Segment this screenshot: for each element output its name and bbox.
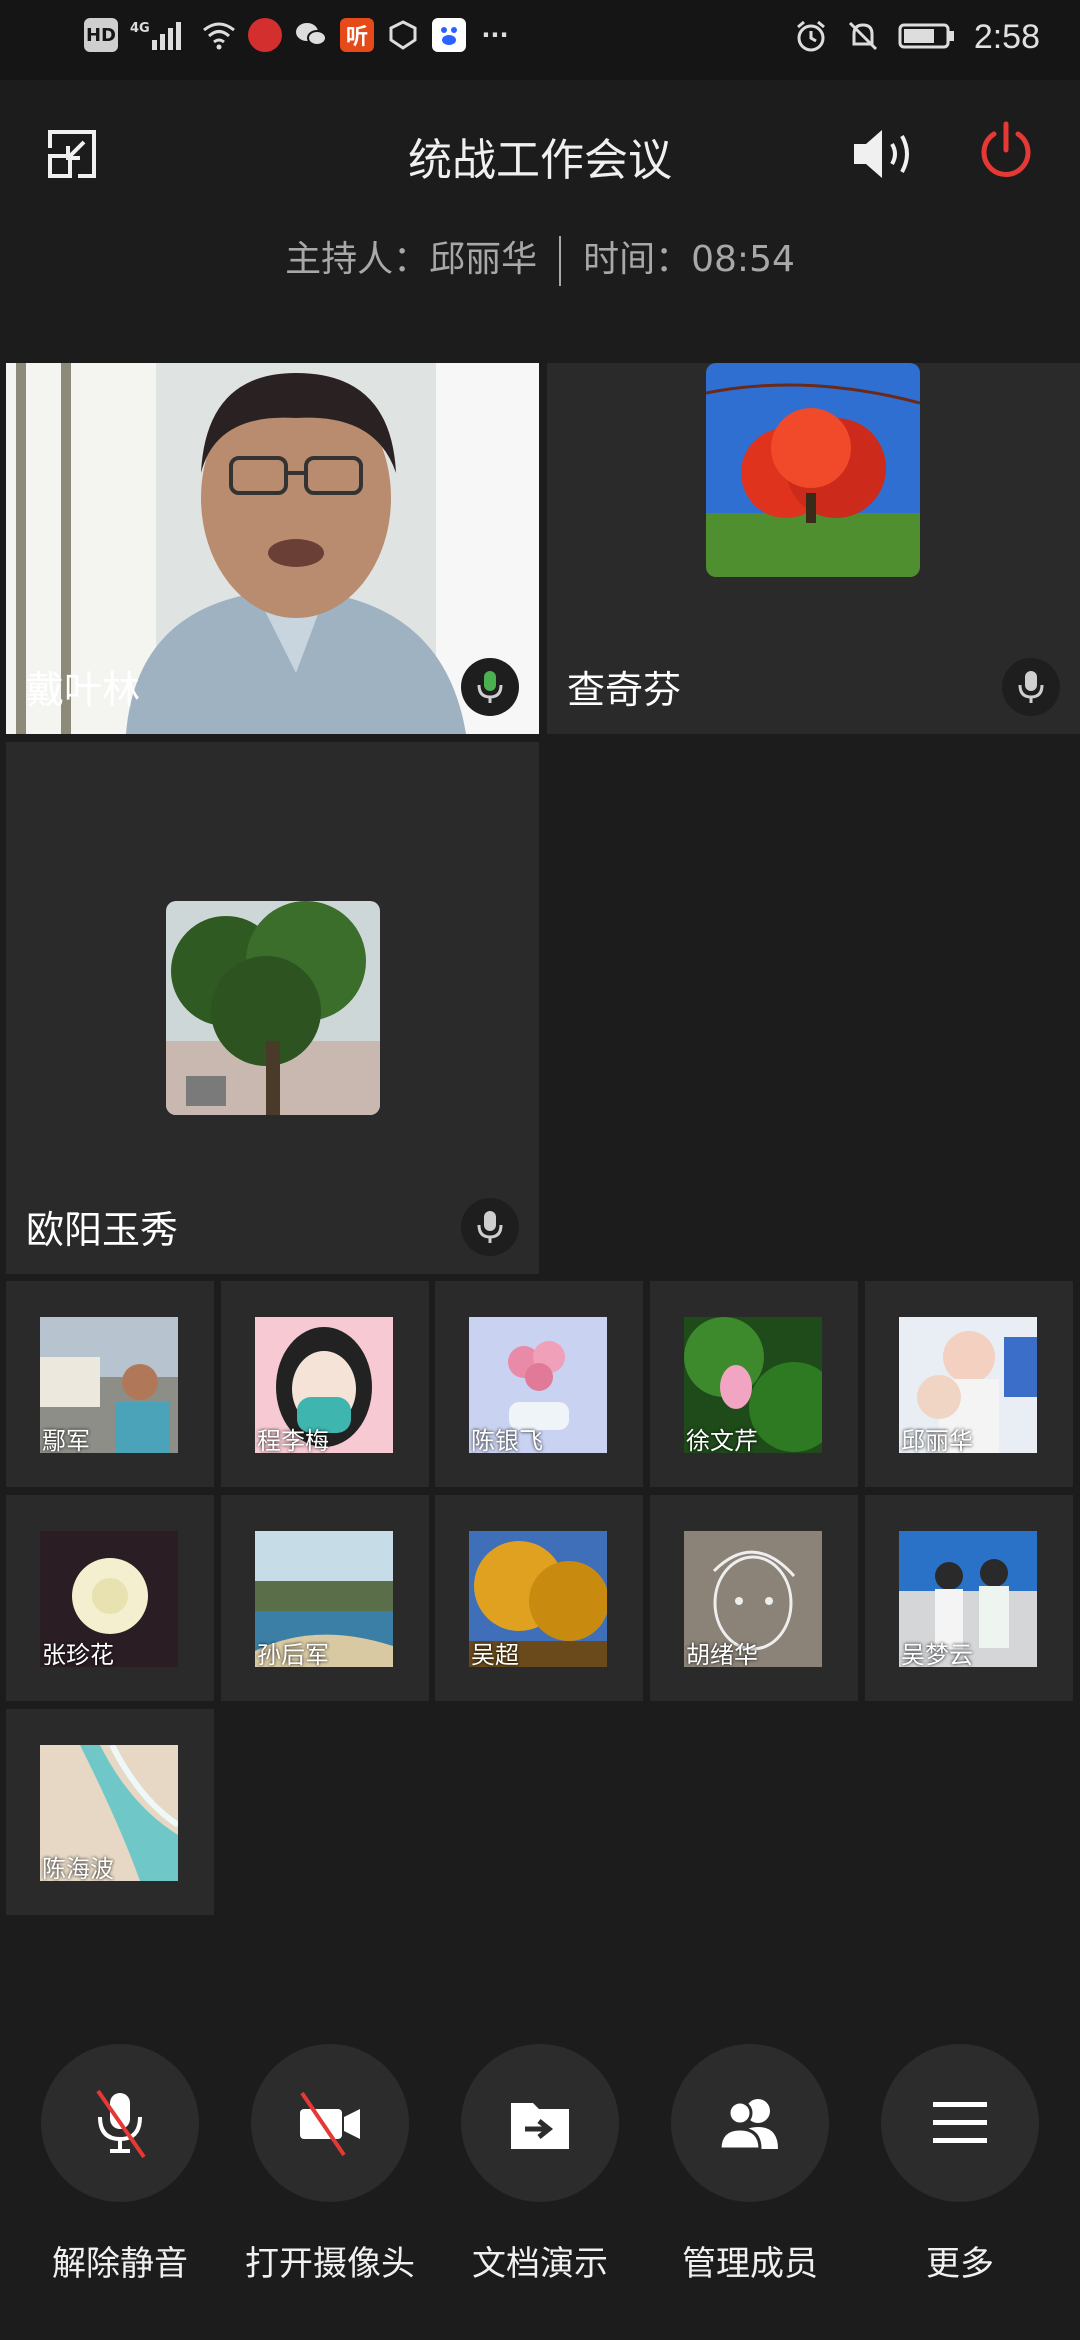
meeting-time: 时间：08:54 bbox=[583, 239, 795, 280]
participant-tile[interactable]: 鄢军 bbox=[6, 1281, 214, 1487]
participant-name: 孙后军 bbox=[257, 1641, 329, 1669]
wechat-icon bbox=[294, 18, 328, 52]
participant-name: 邱丽华 bbox=[901, 1427, 973, 1455]
video-tile-participant[interactable]: 欧阳玉秀 bbox=[6, 742, 539, 1274]
video-tile-speaker[interactable]: 戴叶林 bbox=[6, 363, 539, 734]
video-tile-participant[interactable]: 查奇芬 bbox=[547, 363, 1080, 734]
listen-app-icon: 听 bbox=[340, 18, 374, 52]
participant-tile[interactable]: 胡绪华 bbox=[650, 1495, 858, 1701]
battery-icon bbox=[898, 21, 956, 55]
participant-tile[interactable]: 张珍花 bbox=[6, 1495, 214, 1701]
participant-name: 戴叶林 bbox=[26, 668, 141, 712]
baidu-icon bbox=[432, 18, 466, 52]
share-document-icon bbox=[511, 2103, 569, 2149]
alarm-icon bbox=[794, 19, 828, 57]
participant-tile[interactable]: 吴梦云 bbox=[865, 1495, 1073, 1701]
participant-tile[interactable]: 陈银飞 bbox=[435, 1281, 643, 1487]
4g-signal-icon: 4G bbox=[130, 18, 190, 52]
svg-text:4G: 4G bbox=[130, 21, 150, 36]
document-share-label: 文档演示 bbox=[472, 2244, 608, 2284]
unmute-button[interactable] bbox=[41, 2044, 199, 2202]
participant-tile[interactable]: 陈海波 bbox=[6, 1709, 214, 1915]
status-left-icons: HD 4G 听 ··· bbox=[84, 18, 512, 52]
participant-name: 徐文芹 bbox=[686, 1427, 758, 1455]
mic-icon bbox=[1002, 658, 1060, 716]
participant-name: 吴超 bbox=[471, 1641, 519, 1669]
participant-tile[interactable]: 孙后军 bbox=[221, 1495, 429, 1701]
status-bar: HD 4G 听 ··· 2:58 bbox=[0, 0, 1080, 80]
hd-icon: HD bbox=[84, 18, 118, 52]
participant-tile[interactable]: 吴超 bbox=[435, 1495, 643, 1701]
status-right-icons: 2:58 bbox=[794, 18, 1040, 57]
mute-bell-icon bbox=[846, 19, 880, 57]
mic-muted-icon bbox=[96, 2089, 146, 2159]
participant-name: 吴梦云 bbox=[901, 1641, 973, 1669]
participant-tile[interactable]: 邱丽华 bbox=[865, 1281, 1073, 1487]
more-label: 更多 bbox=[926, 2244, 994, 2284]
manage-members-button[interactable] bbox=[671, 2044, 829, 2202]
participant-name: 欧阳玉秀 bbox=[26, 1208, 179, 1252]
unmute-label: 解除静音 bbox=[52, 2244, 188, 2284]
divider bbox=[559, 236, 562, 286]
members-icon bbox=[718, 2099, 778, 2151]
meeting-info: 主持人：邱丽华 时间：08:54 bbox=[0, 230, 1080, 286]
speaker-icon[interactable] bbox=[850, 124, 920, 184]
host-label: 主持人：邱丽华 bbox=[285, 239, 538, 280]
participant-name: 程李梅 bbox=[257, 1427, 329, 1455]
mic-active-icon bbox=[461, 658, 519, 716]
open-camera-label: 打开摄像头 bbox=[245, 2244, 415, 2284]
wifi-icon bbox=[202, 18, 236, 52]
avatar-autumn-tree bbox=[706, 363, 920, 577]
camera-off-icon bbox=[300, 2091, 360, 2157]
participant-tile[interactable]: 程李梅 bbox=[221, 1281, 429, 1487]
shield-app-icon bbox=[386, 18, 420, 52]
leave-meeting-power-icon[interactable] bbox=[976, 120, 1036, 184]
participant-tile[interactable]: 徐文芹 bbox=[650, 1281, 858, 1487]
menu-icon bbox=[933, 2102, 987, 2143]
participant-name: 胡绪华 bbox=[686, 1641, 758, 1669]
participant-name: 查奇芬 bbox=[567, 668, 682, 712]
clock: 2:58 bbox=[973, 18, 1040, 56]
participant-name: 陈海波 bbox=[42, 1855, 114, 1883]
news-app-icon bbox=[248, 18, 282, 52]
document-share-button[interactable] bbox=[461, 2044, 619, 2202]
open-camera-button[interactable] bbox=[251, 2044, 409, 2202]
participant-name: 张珍花 bbox=[42, 1641, 114, 1669]
manage-members-label: 管理成员 bbox=[682, 2244, 818, 2284]
more-button[interactable] bbox=[881, 2044, 1039, 2202]
mic-icon bbox=[461, 1198, 519, 1256]
more-dots-icon: ··· bbox=[481, 21, 509, 49]
participant-name: 陈银飞 bbox=[471, 1427, 543, 1455]
avatar-green-tree bbox=[166, 901, 380, 1115]
meeting-header: 统战工作会议 主持人：邱丽华 时间：08:54 bbox=[0, 80, 1080, 290]
participant-name: 鄢军 bbox=[42, 1427, 90, 1455]
